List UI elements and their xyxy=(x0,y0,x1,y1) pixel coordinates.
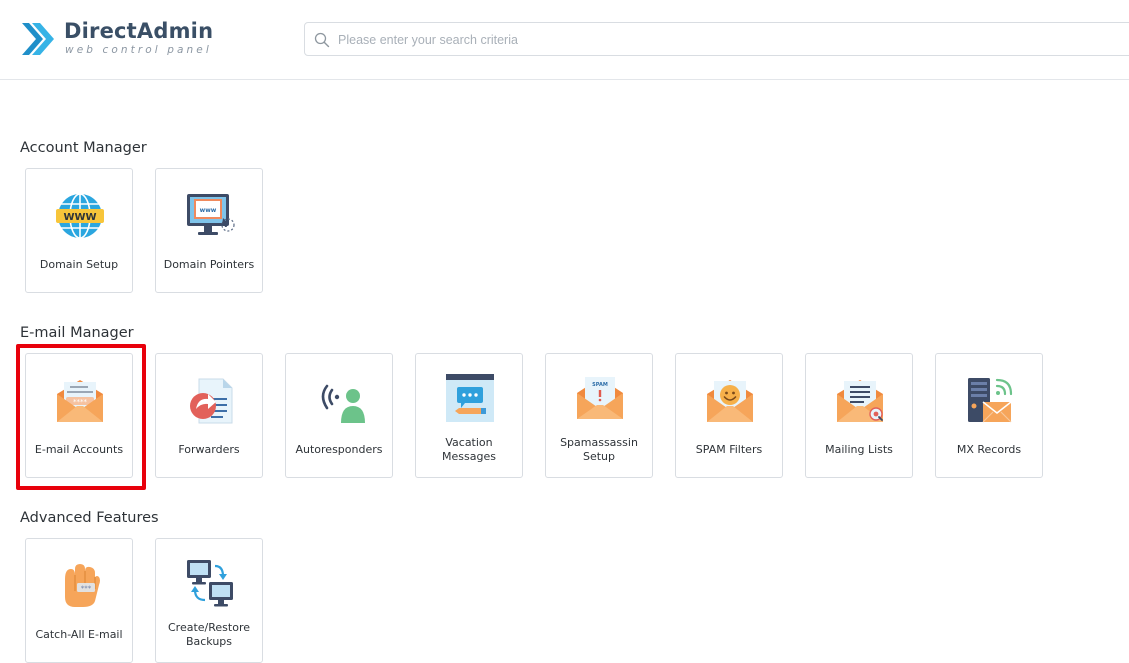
svg-text:WWW: WWW xyxy=(63,212,96,223)
logo-title: DirectAdmin xyxy=(64,19,214,43)
tile-label: Autoresponders xyxy=(295,443,383,456)
tile-catch-all-email[interactable]: *** Catch-All E-mail xyxy=(25,538,133,663)
tile-label: Domain Setup xyxy=(39,258,119,271)
svg-text:SPAM: SPAM xyxy=(592,382,608,388)
glove-hand-icon: *** xyxy=(55,561,105,611)
search-icon xyxy=(314,32,330,48)
tile-mailing-lists[interactable]: Mailing Lists xyxy=(805,353,913,478)
tile-spamassassin-setup[interactable]: SPAM Spamassassin Setup xyxy=(545,353,653,478)
envelope-spam-icon: SPAM xyxy=(575,376,625,426)
envelope-smiley-icon xyxy=(705,376,755,426)
tile-label: E-mail Accounts xyxy=(34,443,124,456)
section-title-advanced-features: Advanced Features xyxy=(20,510,159,526)
svg-text:****: **** xyxy=(73,398,88,406)
logo-chevron-icon xyxy=(22,23,54,55)
person-broadcast-icon xyxy=(315,376,365,426)
tile-spam-filters[interactable]: SPAM Filters xyxy=(675,353,783,478)
computers-sync-icon xyxy=(185,560,235,611)
tile-label: Forwarders xyxy=(178,443,240,456)
tile-mx-records[interactable]: MX Records xyxy=(935,353,1043,478)
server-mail-icon xyxy=(965,376,1015,426)
tile-label: Mailing Lists xyxy=(825,443,893,456)
envelope-list-icon xyxy=(835,376,885,426)
tile-label: Spamassassin Setup xyxy=(560,436,638,463)
section-title-account-manager: Account Manager xyxy=(20,140,147,156)
tile-autoresponders[interactable]: Autoresponders xyxy=(285,353,393,478)
tile-vacation-messages[interactable]: Vacation Messages xyxy=(415,353,523,478)
search-input[interactable] xyxy=(336,27,1120,53)
logo-subtitle: web control panel xyxy=(65,44,212,56)
tile-label: MX Records xyxy=(956,443,1022,456)
svg-text:***: *** xyxy=(81,585,92,593)
tile-label: Create/Restore Backups xyxy=(168,621,250,648)
tile-label: Vacation Messages xyxy=(442,436,496,463)
monitor-pointer-icon: www xyxy=(185,191,235,241)
top-header: DirectAdmin web control panel xyxy=(0,0,1129,80)
section-title-email-manager: E-mail Manager xyxy=(20,325,134,341)
tile-forwarders[interactable]: Forwarders xyxy=(155,353,263,478)
tile-email-accounts[interactable]: **** E-mail Accounts xyxy=(25,353,133,478)
globe-www-icon: WWW xyxy=(55,191,105,241)
search-box[interactable] xyxy=(304,22,1129,56)
directadmin-logo[interactable]: DirectAdmin web control panel xyxy=(20,18,220,62)
tile-label: Domain Pointers xyxy=(163,258,255,271)
document-forward-icon xyxy=(185,376,235,426)
tile-label: SPAM Filters xyxy=(695,443,763,456)
message-pencil-icon xyxy=(445,374,495,426)
envelope-password-icon: **** xyxy=(55,376,105,426)
tile-create-restore-backups[interactable]: Create/Restore Backups xyxy=(155,538,263,663)
tile-domain-setup[interactable]: WWW Domain Setup xyxy=(25,168,133,293)
tile-label: Catch-All E-mail xyxy=(35,628,123,641)
tile-domain-pointers[interactable]: www Domain Pointers xyxy=(155,168,263,293)
svg-text:www: www xyxy=(200,207,217,214)
